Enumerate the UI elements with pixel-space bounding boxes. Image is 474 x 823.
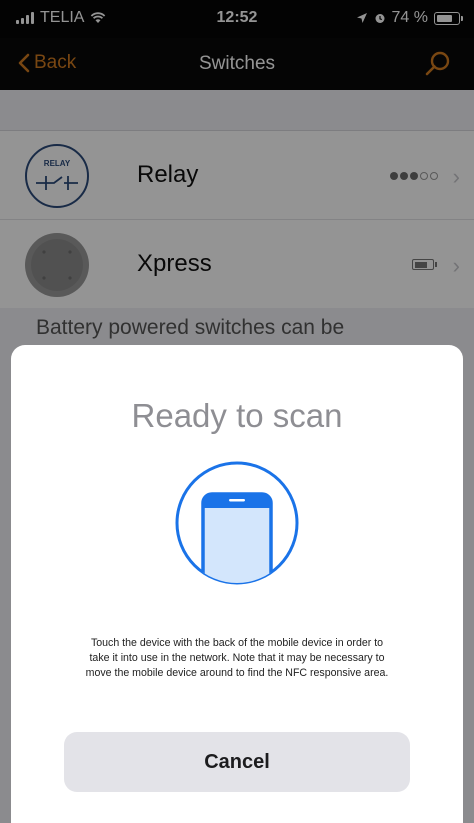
phone-scan-icon — [175, 461, 299, 585]
description-line: Touch the device with the back of the mo… — [90, 637, 384, 649]
description-line: take it into use in the network. Note th… — [89, 652, 385, 664]
cancel-button[interactable]: Cancel — [64, 732, 410, 792]
app-screen: TELIA 12:52 74 % Back Switches RELAY Rel… — [0, 0, 474, 823]
sheet-description: Touch the device with the back of the mo… — [49, 636, 425, 681]
nfc-scan-sheet: Ready to scan Touch the device with the … — [11, 345, 463, 823]
sheet-title: Ready to scan — [131, 397, 343, 434]
description-line: move the mobile device around to find th… — [85, 667, 389, 679]
